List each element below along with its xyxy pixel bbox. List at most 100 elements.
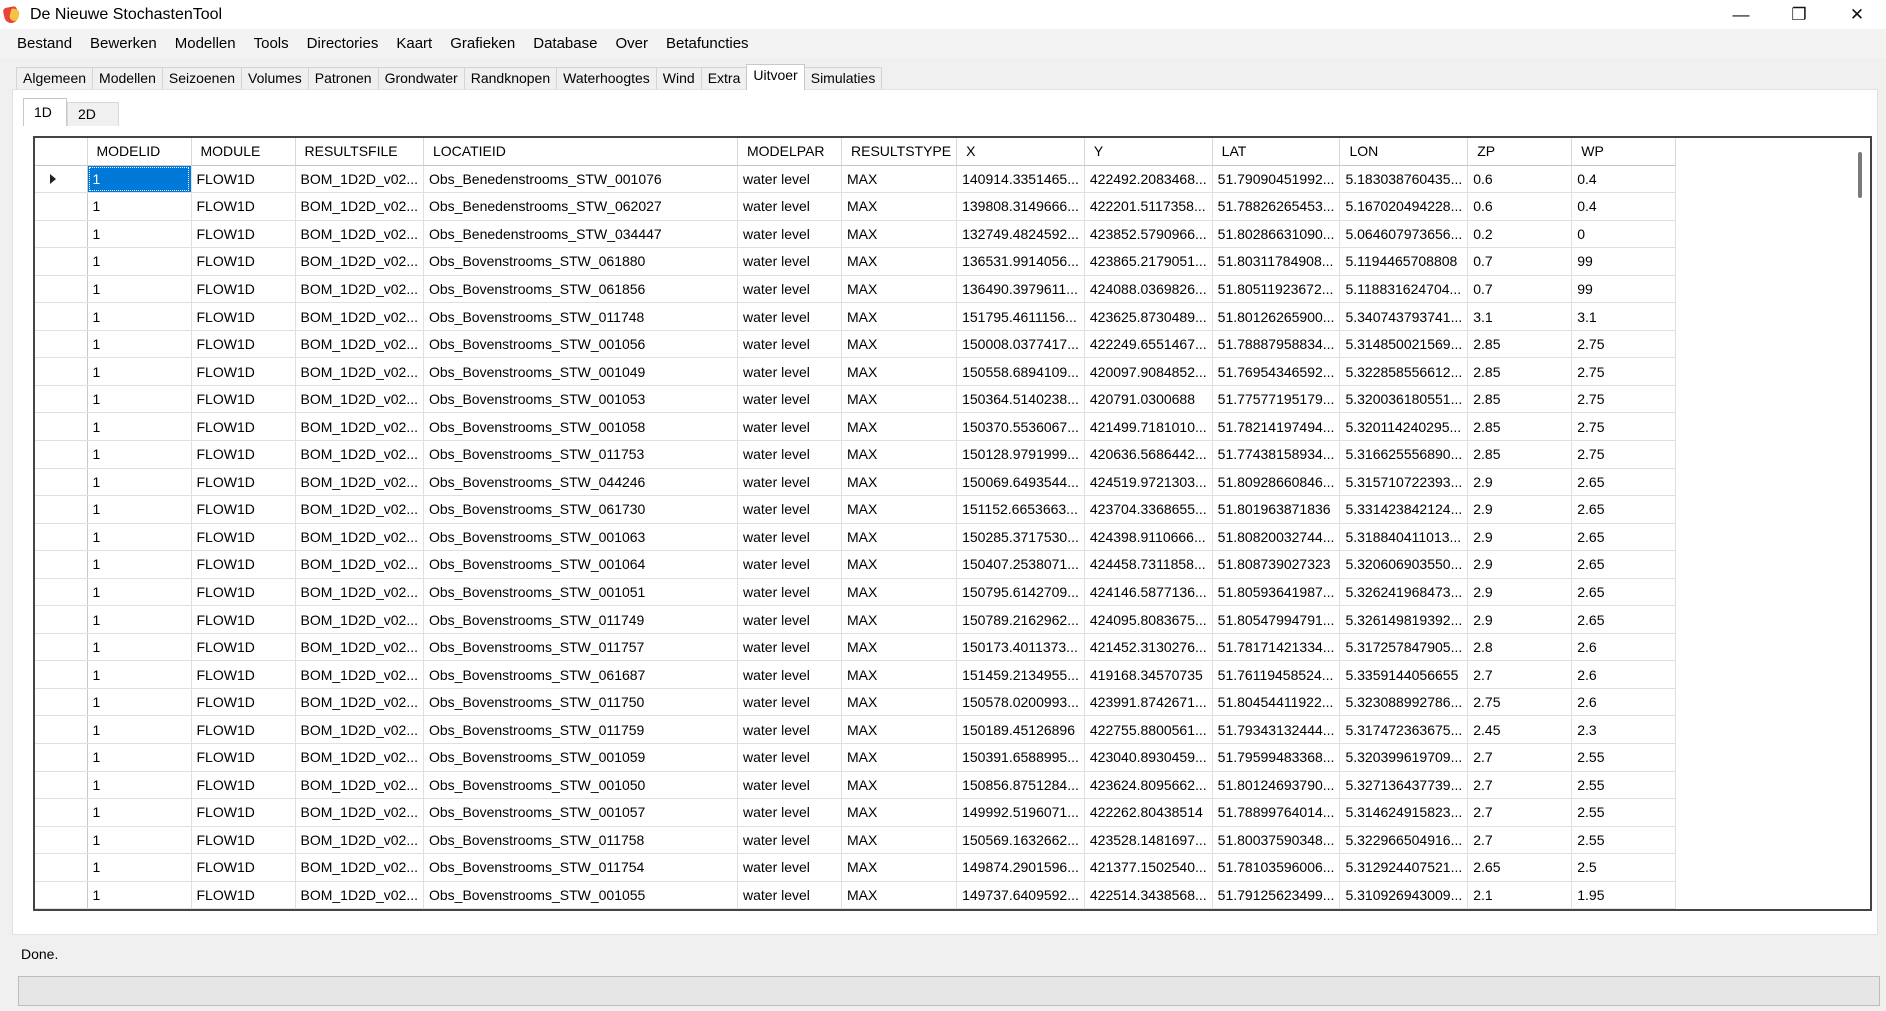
cell-resultsfile[interactable]: BOM_1D2D_v02... (295, 440, 424, 469)
cell-x[interactable]: 150407.2538071... (956, 550, 1085, 579)
cell-lon[interactable]: 5.318840411013... (1339, 523, 1469, 552)
cell-x[interactable]: 150569.1632662... (956, 826, 1085, 855)
table-row[interactable]: 1 FLOW1D BOM_1D2D_v02... Obs_Bovenstrooms_S… (35, 247, 1677, 276)
table-row[interactable]: 1 FLOW1D BOM_1D2D_v02... Obs_Bovenstrooms_S… (35, 357, 1677, 386)
cell-lat[interactable]: 51.79343132444... (1212, 715, 1341, 744)
cell-zp[interactable]: 2.7 (1467, 826, 1573, 855)
cell-y[interactable]: 424146.5877136... (1084, 578, 1213, 607)
cell-wp[interactable]: 2.6 (1571, 688, 1677, 717)
cell-resultstype[interactable]: MAX (841, 330, 958, 359)
cell-y[interactable]: 424095.8083675... (1084, 605, 1213, 634)
column-header-zp[interactable]: ZP (1467, 138, 1573, 166)
cell-modelid[interactable]: 1 (87, 853, 192, 882)
cell-module[interactable]: FLOW1D (191, 578, 296, 607)
cell-y[interactable]: 422201.5117358... (1084, 192, 1213, 221)
cell-zp[interactable]: 2.9 (1467, 605, 1573, 634)
cell-resultsfile[interactable]: BOM_1D2D_v02... (295, 330, 424, 359)
cell-resultstype[interactable]: MAX (841, 826, 958, 855)
cell-module[interactable]: FLOW1D (191, 688, 296, 717)
column-header-module[interactable]: MODULE (191, 138, 296, 166)
cell-zp[interactable]: 2.9 (1467, 550, 1573, 579)
cell-x[interactable]: 150789.2162962... (956, 605, 1085, 634)
cell-lat[interactable]: 51.76954346592... (1212, 357, 1341, 386)
table-row[interactable]: 1 FLOW1D BOM_1D2D_v02... Obs_Bovenstrooms_S… (35, 826, 1677, 855)
cell-locatieid[interactable]: Obs_Bovenstrooms_STW_061687 (423, 660, 738, 689)
cell-y[interactable]: 422492.2083468... (1084, 165, 1213, 194)
row-header[interactable] (35, 247, 88, 276)
table-row[interactable]: 1 FLOW1D BOM_1D2D_v02... Obs_Bovenstrooms_S… (35, 275, 1677, 304)
cell-lon[interactable]: 5.320399619709... (1339, 743, 1469, 772)
cell-y[interactable]: 423865.2179051... (1084, 247, 1213, 276)
cell-x[interactable]: 151152.6653663... (956, 495, 1085, 524)
cell-locatieid[interactable]: Obs_Benedenstrooms_STW_034447 (423, 220, 738, 249)
cell-locatieid[interactable]: Obs_Bovenstrooms_STW_001049 (423, 357, 738, 386)
cell-y[interactable]: 423852.5790966... (1084, 220, 1213, 249)
column-header-locatieid[interactable]: LOCATIEID (423, 138, 738, 166)
cell-locatieid[interactable]: Obs_Bovenstrooms_STW_011758 (423, 826, 738, 855)
menu-database[interactable]: Database (524, 29, 606, 58)
cell-lon[interactable]: 5.167020494228... (1339, 192, 1469, 221)
cell-lat[interactable]: 51.80454411922... (1212, 688, 1341, 717)
cell-y[interactable]: 420791.0300688 (1084, 385, 1213, 414)
cell-wp[interactable]: 99 (1571, 247, 1677, 276)
cell-wp[interactable]: 0.4 (1571, 192, 1677, 221)
cell-resultsfile[interactable]: BOM_1D2D_v02... (295, 605, 424, 634)
cell-resultsfile[interactable]: BOM_1D2D_v02... (295, 688, 424, 717)
subtab-1d[interactable]: 1D (23, 98, 67, 126)
cell-locatieid[interactable]: Obs_Bovenstrooms_STW_001051 (423, 578, 738, 607)
table-row[interactable]: 1 FLOW1D BOM_1D2D_v02... Obs_Bovenstrooms_S… (35, 881, 1677, 909)
table-row[interactable]: 1 FLOW1D BOM_1D2D_v02... Obs_Bovenstrooms_S… (35, 660, 1677, 689)
cell-zp[interactable]: 2.7 (1467, 798, 1573, 827)
cell-y[interactable]: 421499.7181010... (1084, 412, 1213, 441)
cell-lat[interactable]: 51.79125623499... (1212, 881, 1341, 909)
row-header[interactable] (35, 192, 88, 221)
cell-zp[interactable]: 0.7 (1467, 247, 1573, 276)
cell-locatieid[interactable]: Obs_Bovenstrooms_STW_001053 (423, 385, 738, 414)
cell-modelid[interactable]: 1 (87, 440, 192, 469)
cell-resultstype[interactable]: MAX (841, 440, 958, 469)
column-header-y[interactable]: Y (1084, 138, 1213, 166)
cell-y[interactable]: 424519.9721303... (1084, 468, 1213, 497)
cell-lat[interactable]: 51.80124693790... (1212, 771, 1341, 800)
cell-lat[interactable]: 51.80593641987... (1212, 578, 1341, 607)
row-header[interactable] (35, 826, 88, 855)
row-header[interactable] (35, 357, 88, 386)
cell-resultsfile[interactable]: BOM_1D2D_v02... (295, 385, 424, 414)
cell-resultstype[interactable]: MAX (841, 550, 958, 579)
cell-modelpar[interactable]: water level (737, 385, 842, 414)
cell-lon[interactable]: 5.322966504916... (1339, 826, 1469, 855)
cell-x[interactable]: 150069.6493544... (956, 468, 1085, 497)
cell-modelid[interactable]: 1 (87, 220, 192, 249)
cell-resultstype[interactable]: MAX (841, 468, 958, 497)
cell-modelid[interactable]: 1 (87, 633, 192, 662)
cell-modelid[interactable]: 1 (87, 330, 192, 359)
cell-zp[interactable]: 2.85 (1467, 412, 1573, 441)
cell-modelid[interactable]: 1 (87, 165, 192, 194)
cell-y[interactable]: 423991.8742671... (1084, 688, 1213, 717)
cell-modelpar[interactable]: water level (737, 688, 842, 717)
cell-wp[interactable]: 2.6 (1571, 660, 1677, 689)
minimize-button[interactable]: — (1712, 0, 1770, 29)
cell-lat[interactable]: 51.801963871836 (1212, 495, 1341, 524)
cell-modelid[interactable]: 1 (87, 715, 192, 744)
cell-modelpar[interactable]: water level (737, 798, 842, 827)
scrollbar-thumb[interactable] (1858, 152, 1862, 198)
cell-modelpar[interactable]: water level (737, 826, 842, 855)
cell-resultstype[interactable]: MAX (841, 275, 958, 304)
cell-lat[interactable]: 51.80311784908... (1212, 247, 1341, 276)
cell-wp[interactable]: 2.65 (1571, 550, 1677, 579)
cell-y[interactable]: 420636.5686442... (1084, 440, 1213, 469)
row-header[interactable] (35, 798, 88, 827)
cell-lat[interactable]: 51.80511923672... (1212, 275, 1341, 304)
cell-module[interactable]: FLOW1D (191, 192, 296, 221)
cell-wp[interactable]: 0.4 (1571, 165, 1677, 194)
table-row[interactable]: 1 FLOW1D BOM_1D2D_v02... Obs_Bovenstrooms_S… (35, 633, 1677, 662)
cell-modelid[interactable]: 1 (87, 578, 192, 607)
menu-kaart[interactable]: Kaart (387, 29, 441, 58)
grid-corner[interactable] (35, 138, 88, 166)
column-header-resultsfile[interactable]: RESULTSFILE (295, 138, 424, 166)
cell-resultsfile[interactable]: BOM_1D2D_v02... (295, 633, 424, 662)
cell-wp[interactable]: 3.1 (1571, 302, 1677, 331)
cell-module[interactable]: FLOW1D (191, 302, 296, 331)
cell-resultstype[interactable]: MAX (841, 412, 958, 441)
